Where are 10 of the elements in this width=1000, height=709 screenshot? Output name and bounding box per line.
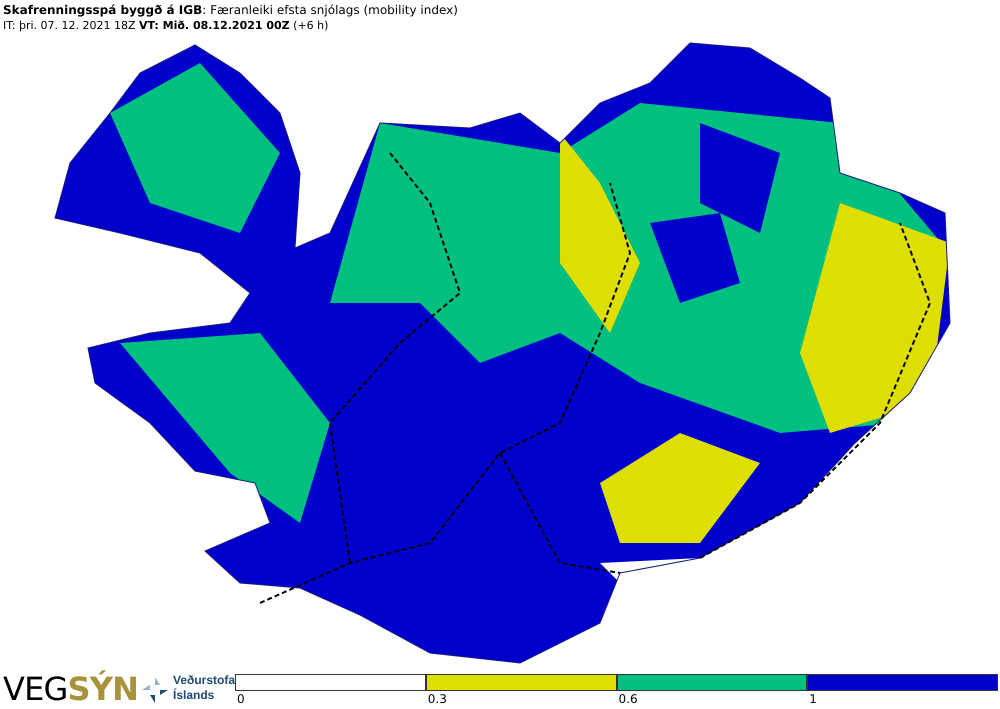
legend-label: 1 bbox=[808, 691, 817, 707]
compass-arrows-icon bbox=[140, 675, 170, 705]
legend-label: 0.6 bbox=[618, 691, 638, 707]
legend-label: 0.3 bbox=[426, 691, 447, 707]
vegsyn-logo-text: VEG bbox=[3, 673, 68, 705]
vedurstofa-logo-text: Veðurstofa bbox=[173, 673, 235, 688]
map-title: Skafrenningsspá byggð á IGB: Færanleiki efsta snjólags (mobility index) bbox=[3, 3, 459, 18]
forecast-time: IT: þri. 07. 12. 2021 18Z VT: Mið. 08.12.2021 00Z (+6 h) bbox=[3, 18, 330, 33]
vedurstofa-logo-text: Íslands bbox=[173, 688, 216, 703]
legend-label: 0 bbox=[236, 691, 245, 707]
